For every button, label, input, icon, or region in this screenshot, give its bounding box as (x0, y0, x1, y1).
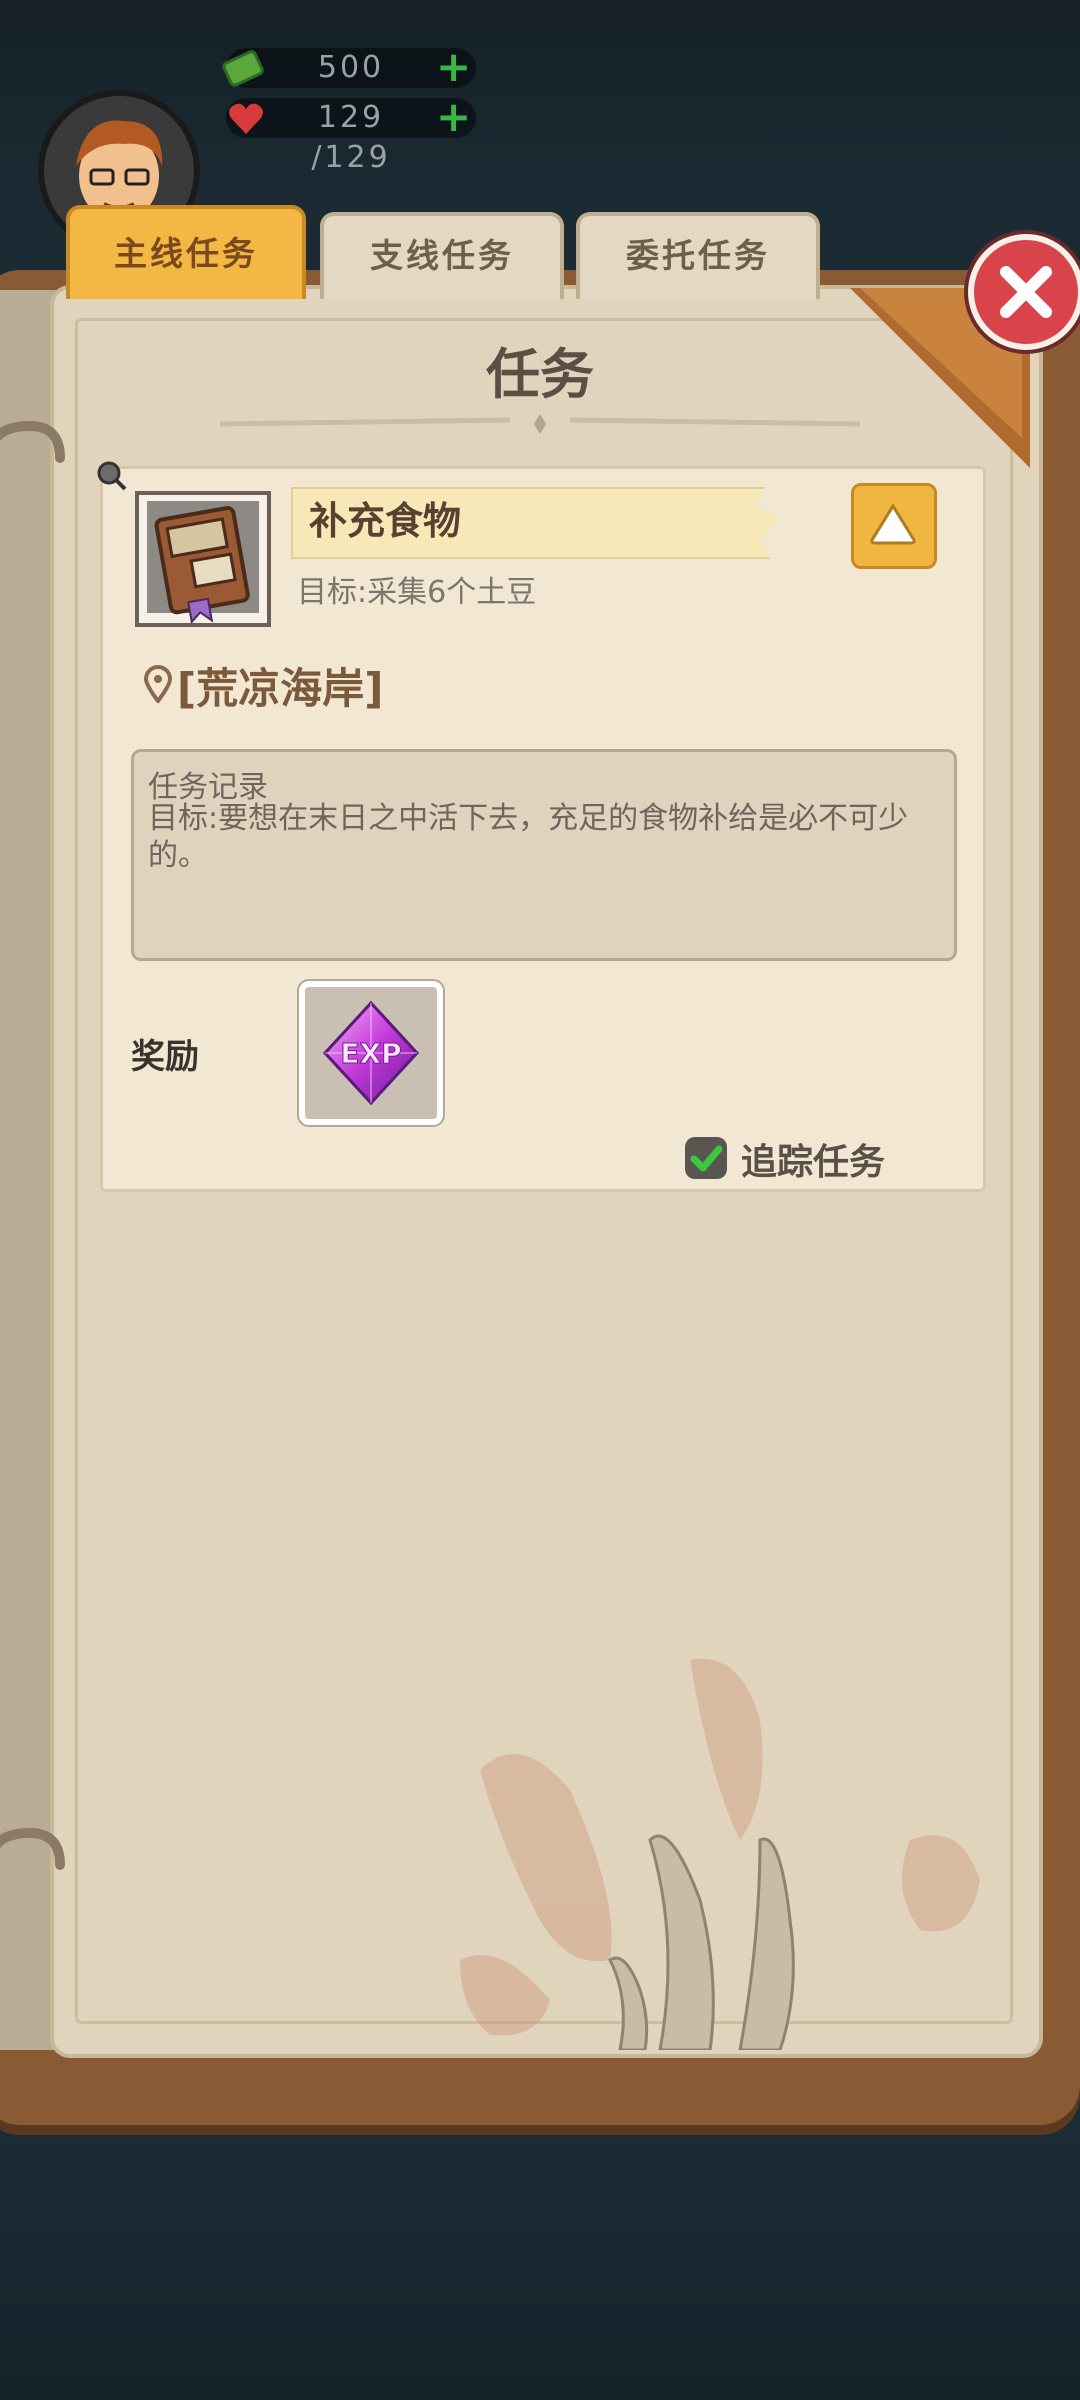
page-background-art (460, 1658, 980, 2050)
quest-record-box: 任务记录 目标:要想在末日之中活下去，充足的食物补给是必不可少的。 (131, 749, 957, 961)
reward-label: 奖励 (131, 1037, 199, 1077)
exp-crystal-icon: EXP (322, 1000, 420, 1106)
checkmark-icon (690, 1145, 723, 1172)
reward-item-text: EXP (340, 1037, 401, 1070)
quest-card[interactable]: 补充食物 目标:采集6个土豆 [荒凉海岸] 任务记录 目标:要想在末日之中活下去… (97, 461, 986, 1192)
money-value: 500 (317, 50, 385, 85)
add-health-button[interactable]: + (436, 96, 472, 138)
quest-location: [荒凉海岸] (177, 664, 384, 713)
health-value: 129 /129 (311, 100, 391, 175)
cash-icon (222, 50, 264, 87)
reward-item-slot[interactable]: EXP (299, 981, 443, 1125)
record-text: 目标:要想在末日之中活下去，充足的食物补给是必不可少的。 (148, 801, 909, 873)
page-title: 任务 (486, 343, 594, 406)
binder-ring-icon (0, 1827, 65, 1870)
money-stat: 500 + (222, 46, 476, 88)
heart-icon (229, 103, 263, 134)
pin-icon (97, 461, 127, 491)
tab-main-quests[interactable]: 主线任务 (66, 205, 306, 299)
binder-ring-icon (0, 420, 65, 463)
collapse-button[interactable] (851, 483, 937, 569)
track-quest-checkbox[interactable] (685, 1137, 727, 1179)
tab-commission-quests[interactable]: 委托任务 (576, 212, 820, 299)
note-book-icon (135, 491, 271, 627)
quest-name: 补充食物 (309, 499, 462, 543)
location-pin-icon (143, 665, 173, 703)
add-money-button[interactable]: + (436, 46, 472, 88)
close-icon (1000, 266, 1052, 318)
title-divider (220, 414, 860, 434)
tab-side-quests[interactable]: 支线任务 (320, 212, 564, 299)
triangle-up-icon (870, 503, 916, 545)
quest-goal: 目标:采集6个土豆 (297, 575, 537, 610)
health-stat: 129 /129 + (226, 96, 476, 175)
track-quest-label[interactable]: 追踪任务 (741, 1133, 885, 1185)
bottom-background (0, 2080, 1080, 2400)
